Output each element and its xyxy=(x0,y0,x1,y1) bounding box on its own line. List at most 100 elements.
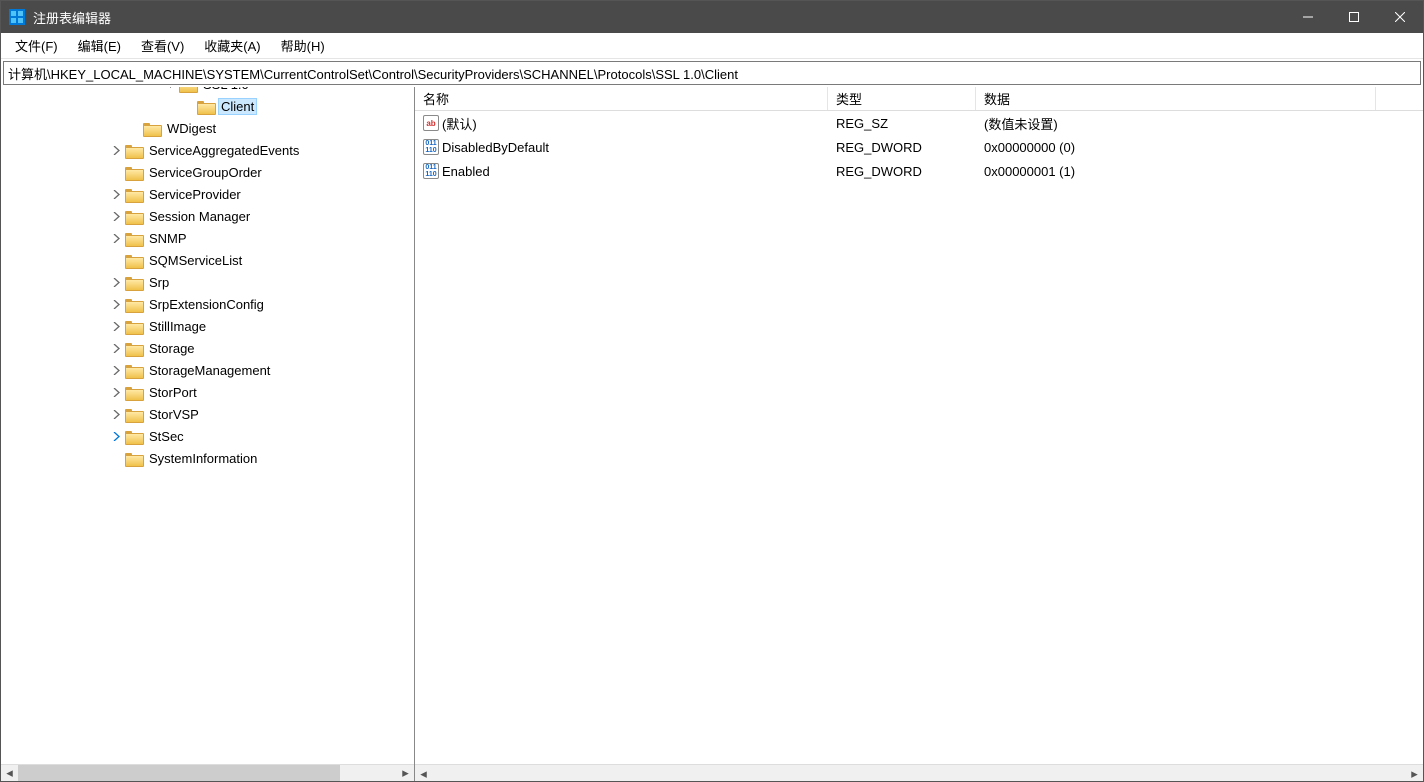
folder-icon xyxy=(125,451,142,465)
values-header: 名称 类型 数据 xyxy=(415,87,1423,111)
maximize-button[interactable] xyxy=(1331,1,1377,33)
expand-icon[interactable] xyxy=(109,209,123,223)
tree-item-stsec[interactable]: StSec xyxy=(1,425,414,447)
tree-item-ssl-1-0[interactable]: SSL 1.0 xyxy=(1,87,414,95)
tree-item-label: SNMP xyxy=(146,230,190,247)
expand-icon[interactable] xyxy=(109,231,123,245)
tree-item-label: StorageManagement xyxy=(146,362,273,379)
tree-h-scrollbar[interactable]: ◂ ▸ xyxy=(1,764,414,781)
tree-item-label: StillImage xyxy=(146,318,209,335)
menu-edit[interactable]: 编辑(E) xyxy=(68,33,131,58)
folder-icon xyxy=(125,253,142,267)
tree-item-label: StorPort xyxy=(146,384,200,401)
tree-item-label: StorVSP xyxy=(146,406,202,423)
tree-item-label: SystemInformation xyxy=(146,450,260,467)
folder-icon xyxy=(125,209,142,223)
tree-item-stillimage[interactable]: StillImage xyxy=(1,315,414,337)
hscroll-thumb[interactable] xyxy=(18,765,340,782)
folder-icon xyxy=(125,231,142,245)
folder-icon xyxy=(125,385,142,399)
tree-item-storagemanagement[interactable]: StorageManagement xyxy=(1,359,414,381)
address-bar[interactable]: 计算机\HKEY_LOCAL_MACHINE\SYSTEM\CurrentCon… xyxy=(3,61,1421,85)
tree-item-label: StSec xyxy=(146,428,187,445)
tree-item-label: WDigest xyxy=(164,120,219,137)
tree-item-servicegrouporder[interactable]: ServiceGroupOrder xyxy=(1,161,414,183)
value-row[interactable]: 011110EnabledREG_DWORD0x00000001 (1) xyxy=(415,159,1423,183)
close-button[interactable] xyxy=(1377,1,1423,33)
folder-icon xyxy=(143,121,160,135)
value-type: REG_DWORD xyxy=(828,140,976,155)
value-type: REG_SZ xyxy=(828,116,976,131)
expand-icon[interactable] xyxy=(109,429,123,443)
tree-item-label: SrpExtensionConfig xyxy=(146,296,267,313)
window-controls xyxy=(1285,1,1423,33)
tree-item-storvsp[interactable]: StorVSP xyxy=(1,403,414,425)
folder-icon xyxy=(197,99,214,113)
menu-help[interactable]: 帮助(H) xyxy=(271,33,335,58)
value-data: (数值未设置) xyxy=(976,114,1376,133)
main-content: SCMConfigScsiPortSecureBootSecurePipeSer… xyxy=(1,87,1423,781)
expand-icon[interactable] xyxy=(109,363,123,377)
expand-icon[interactable] xyxy=(109,143,123,157)
expand-icon[interactable] xyxy=(109,407,123,421)
tree-item-label: Session Manager xyxy=(146,208,253,225)
vhscroll-left-icon[interactable]: ◂ xyxy=(415,765,432,781)
value-data: 0x00000000 (0) xyxy=(976,140,1376,155)
app-window: 注册表编辑器 文件(F) 编辑(E) 查看(V) 收藏夹(A) 帮助(H) 计算… xyxy=(0,0,1424,782)
expand-icon[interactable] xyxy=(109,187,123,201)
col-header-name[interactable]: 名称 xyxy=(415,87,828,110)
value-name: Enabled xyxy=(442,164,490,179)
tree-item-label: ServiceAggregatedEvents xyxy=(146,142,302,159)
dword-value-icon: 011110 xyxy=(423,139,439,155)
tree-item-label: SSL 1.0 xyxy=(200,87,252,93)
folder-icon xyxy=(125,341,142,355)
expand-icon[interactable] xyxy=(109,341,123,355)
col-header-data[interactable]: 数据 xyxy=(976,87,1376,110)
expand-icon[interactable] xyxy=(109,385,123,399)
value-data: 0x00000001 (1) xyxy=(976,164,1376,179)
tree-item-label: Client xyxy=(218,98,257,115)
collapse-icon[interactable] xyxy=(163,87,177,91)
tree-pane: SCMConfigScsiPortSecureBootSecurePipeSer… xyxy=(1,87,415,781)
tree-item-session-manager[interactable]: Session Manager xyxy=(1,205,414,227)
tree-item-serviceprovider[interactable]: ServiceProvider xyxy=(1,183,414,205)
tree-item-wdigest[interactable]: WDigest xyxy=(1,117,414,139)
hscroll-left-icon[interactable]: ◂ xyxy=(1,765,18,782)
tree-item-label: SQMServiceList xyxy=(146,252,245,269)
tree-item-label: ServiceGroupOrder xyxy=(146,164,265,181)
dword-value-icon: 011110 xyxy=(423,163,439,179)
window-title: 注册表编辑器 xyxy=(33,8,1285,27)
col-header-type[interactable]: 类型 xyxy=(828,87,976,110)
values-pane: 名称 类型 数据 ab(默认)REG_SZ(数值未设置)011110Disabl… xyxy=(415,87,1423,781)
expand-icon[interactable] xyxy=(109,319,123,333)
tree-item-systeminformation[interactable]: SystemInformation xyxy=(1,447,414,469)
menu-view[interactable]: 查看(V) xyxy=(131,33,194,58)
tree-item-storage[interactable]: Storage xyxy=(1,337,414,359)
hscroll-right-icon[interactable]: ▸ xyxy=(397,765,414,782)
title-bar[interactable]: 注册表编辑器 xyxy=(1,1,1423,33)
values-list[interactable]: ab(默认)REG_SZ(数值未设置)011110DisabledByDefau… xyxy=(415,111,1423,764)
vhscroll-right-icon[interactable]: ▸ xyxy=(1406,765,1423,781)
tree-scroll[interactable]: SCMConfigScsiPortSecureBootSecurePipeSer… xyxy=(1,87,414,764)
tree-item-srp[interactable]: Srp xyxy=(1,271,414,293)
folder-icon xyxy=(125,297,142,311)
value-row[interactable]: 011110DisabledByDefault REG_DWORD0x000000… xyxy=(415,135,1423,159)
menu-favorites[interactable]: 收藏夹(A) xyxy=(194,33,270,58)
minimize-button[interactable] xyxy=(1285,1,1331,33)
tree-item-serviceaggregatedevents[interactable]: ServiceAggregatedEvents xyxy=(1,139,414,161)
menu-file[interactable]: 文件(F) xyxy=(5,33,68,58)
value-row[interactable]: ab(默认)REG_SZ(数值未设置) xyxy=(415,111,1423,135)
tree-item-sqmservicelist[interactable]: SQMServiceList xyxy=(1,249,414,271)
tree-item-snmp[interactable]: SNMP xyxy=(1,227,414,249)
folder-icon xyxy=(125,143,142,157)
tree-item-srpextensionconfig[interactable]: SrpExtensionConfig xyxy=(1,293,414,315)
address-text: 计算机\HKEY_LOCAL_MACHINE\SYSTEM\CurrentCon… xyxy=(8,64,738,83)
expand-icon[interactable] xyxy=(109,297,123,311)
expand-icon[interactable] xyxy=(109,275,123,289)
tree-item-storport[interactable]: StorPort xyxy=(1,381,414,403)
tree-item-client[interactable]: Client xyxy=(1,95,414,117)
values-h-scrollbar[interactable]: ◂ ▸ xyxy=(415,764,1423,781)
folder-icon xyxy=(125,429,142,443)
folder-icon xyxy=(125,165,142,179)
value-name: DisabledByDefault xyxy=(442,140,549,155)
